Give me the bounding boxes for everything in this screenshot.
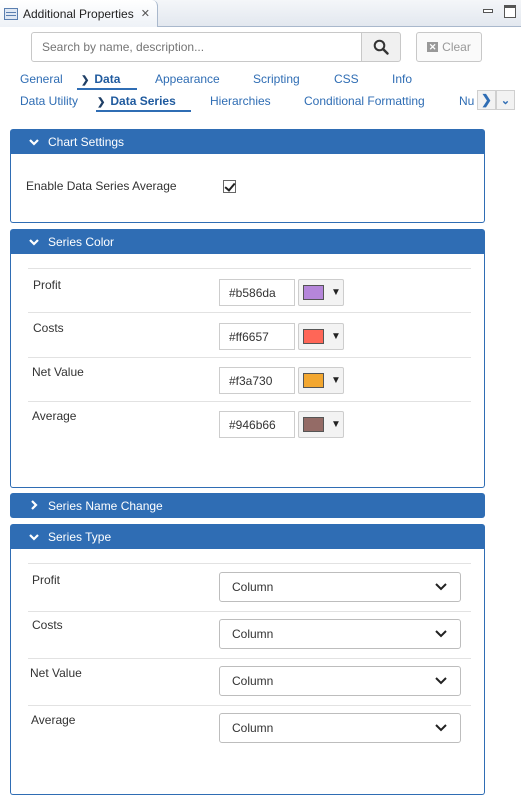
- series-color-label-net-value: Net Value: [32, 365, 84, 379]
- tab-number-format[interactable]: Nu: [459, 94, 474, 108]
- row-separator: [28, 658, 471, 659]
- chevron-down-icon: [435, 583, 447, 591]
- chevron-down-icon: ❯: [97, 97, 106, 108]
- chevron-right-icon: [28, 499, 40, 513]
- net-value-type-select[interactable]: Column: [219, 666, 461, 696]
- tab-row-secondary: Data Utility ❯ Data Series Hierarchies Co…: [0, 94, 521, 114]
- chart-settings-header[interactable]: Chart Settings: [10, 129, 485, 154]
- view-tab-additional-properties[interactable]: Additional Properties ✕: [0, 0, 158, 27]
- minimize-icon[interactable]: [480, 3, 494, 17]
- series-color-label-average: Average: [32, 409, 77, 423]
- caret-down-icon: ▼: [331, 375, 341, 386]
- close-icon[interactable]: ✕: [141, 7, 150, 20]
- clear-button[interactable]: ✕ Clear: [416, 32, 482, 62]
- series-name-change-header[interactable]: Series Name Change: [10, 493, 485, 518]
- chevron-down-icon: [28, 235, 40, 249]
- profit-type-value: Column: [232, 580, 274, 594]
- chart-settings-title: Chart Settings: [48, 134, 125, 149]
- clear-icon: ✕: [427, 42, 439, 52]
- chevron-down-icon: [435, 724, 447, 732]
- costs-color-swatch: [303, 329, 324, 344]
- series-type-label-average: Average: [31, 713, 76, 727]
- profit-type-select[interactable]: Column: [219, 572, 461, 602]
- tab-data-series-label: Data Series: [110, 94, 176, 108]
- series-color-title: Series Color: [48, 234, 115, 249]
- average-type-value: Column: [232, 721, 274, 735]
- average-type-select[interactable]: Column: [219, 713, 461, 743]
- chevron-right-icon[interactable]: ❯: [477, 90, 496, 110]
- series-type-label-net-value: Net Value: [30, 666, 82, 680]
- series-color-header[interactable]: Series Color: [10, 229, 485, 254]
- series-type-label-costs: Costs: [32, 618, 63, 632]
- series-type-title: Series Type: [48, 529, 112, 544]
- tab-hierarchies[interactable]: Hierarchies: [210, 94, 271, 108]
- series-type-label-profit: Profit: [32, 573, 61, 587]
- tab-scripting[interactable]: Scripting: [253, 72, 300, 86]
- row-separator: [28, 563, 471, 564]
- chart-settings-body: Enable Data Series Average: [10, 154, 485, 223]
- search-button[interactable]: [361, 32, 401, 62]
- chevron-down-icon: ❯: [81, 75, 90, 86]
- tab-general[interactable]: General: [20, 72, 63, 86]
- chevron-down-icon: [435, 630, 447, 638]
- enable-average-checkbox[interactable]: [223, 180, 236, 193]
- caret-down-icon: ▼: [331, 287, 341, 298]
- series-type-body: Profit Column Costs Column Net Value Col…: [10, 549, 485, 795]
- tab-css[interactable]: CSS: [334, 72, 359, 86]
- net-value-color-picker[interactable]: ▼: [298, 367, 344, 394]
- search-input[interactable]: [31, 32, 362, 62]
- view-title: Additional Properties: [23, 6, 134, 21]
- chevron-down-icon: [28, 530, 40, 544]
- chevron-down-icon: [435, 677, 447, 685]
- enable-average-label: Enable Data Series Average: [26, 179, 177, 193]
- chevron-down-icon[interactable]: ⌄: [496, 90, 515, 110]
- view-tab-bar: Additional Properties ✕: [0, 0, 521, 27]
- row-separator: [28, 611, 471, 612]
- caret-down-icon: ▼: [331, 419, 341, 430]
- tab-data-utility[interactable]: Data Utility: [20, 94, 78, 108]
- properties-view-icon: [4, 7, 18, 20]
- tab-data-underline: [77, 88, 137, 90]
- chevron-down-icon: [28, 135, 40, 149]
- net-value-hex-input[interactable]: #f3a730: [219, 367, 295, 394]
- tab-scroll-controls: ❯ ⌄: [477, 90, 515, 110]
- costs-type-select[interactable]: Column: [219, 619, 461, 649]
- tab-appearance[interactable]: Appearance: [155, 72, 220, 86]
- tab-data-series-underline: [96, 110, 191, 112]
- average-hex-input[interactable]: #946b66: [219, 411, 295, 438]
- series-color-label-profit: Profit: [33, 278, 62, 292]
- row-separator: [28, 705, 471, 706]
- clear-label: Clear: [442, 40, 471, 54]
- row-separator: [28, 312, 471, 313]
- tab-conditional-formatting[interactable]: Conditional Formatting: [304, 94, 425, 108]
- profit-color-picker[interactable]: ▼: [298, 279, 344, 306]
- average-color-picker[interactable]: ▼: [298, 411, 344, 438]
- profit-hex-input[interactable]: #b586da: [219, 279, 295, 306]
- series-name-change-title: Series Name Change: [48, 498, 163, 513]
- search-icon: [373, 39, 389, 55]
- series-type-header[interactable]: Series Type: [10, 524, 485, 549]
- tab-data-series[interactable]: ❯ Data Series: [97, 94, 176, 108]
- series-color-body: Profit #b586da ▼ Costs #ff6657 ▼ Net Val…: [10, 254, 485, 488]
- profit-color-swatch: [303, 285, 324, 300]
- tab-info[interactable]: Info: [392, 72, 412, 86]
- average-color-swatch: [303, 417, 324, 432]
- net-value-color-swatch: [303, 373, 324, 388]
- net-value-type-value: Column: [232, 674, 274, 688]
- costs-type-value: Column: [232, 627, 274, 641]
- tab-data[interactable]: ❯ Data: [81, 72, 120, 86]
- maximize-icon[interactable]: [502, 3, 516, 18]
- costs-color-picker[interactable]: ▼: [298, 323, 344, 350]
- tab-data-label: Data: [94, 72, 121, 86]
- costs-hex-input[interactable]: #ff6657: [219, 323, 295, 350]
- row-separator: [28, 268, 471, 269]
- series-color-label-costs: Costs: [33, 321, 64, 335]
- caret-down-icon: ▼: [331, 331, 341, 342]
- row-separator: [28, 401, 471, 402]
- row-separator: [28, 357, 471, 358]
